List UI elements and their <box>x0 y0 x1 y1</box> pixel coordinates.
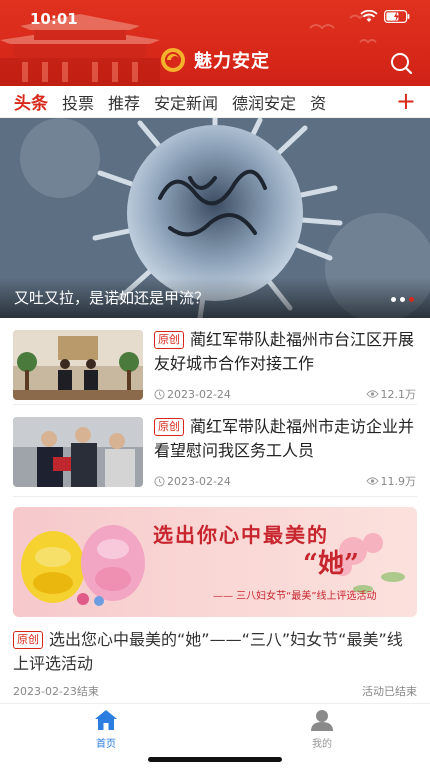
app-header: 10:01 魅力安定 <box>0 0 430 86</box>
eye-icon <box>365 477 379 485</box>
news-item[interactable]: 原创 蔺红军带队赴福州市走访企业并看望慰问我区务工人员 2023-02-24 11… <box>0 405 430 489</box>
news-meta: 2023-02-24 11.9万 <box>154 473 416 489</box>
banner-caption-text: 又吐又拉，是诺如还是甲流？ <box>14 289 210 307</box>
news-title-text: 蔺红军带队赴福州市走访企业并看望慰问我区务工人员 <box>154 417 415 460</box>
app-screen: 10:01 魅力安定 头条 投票 推荐 安定新闻 德润安定 资 + 又吐又拉，是… <box>0 0 430 769</box>
news-date: 2023-02-24 <box>167 387 231 401</box>
palace-decoration-icon <box>0 14 160 86</box>
divider <box>13 496 417 497</box>
news-views: 12.1万 <box>380 388 417 401</box>
news-thumbnail <box>13 417 143 487</box>
promo-end-date: 2023-02-23结束 <box>13 685 99 698</box>
promo-subline: —— 三八妇女节“最美”线上评选活动 <box>213 591 377 602</box>
brand: 魅力安定 <box>0 47 430 73</box>
promo-banner[interactable]: 选出你心中最美的 “她” —— 三八妇女节“最美”线上评选活动 <box>13 507 417 617</box>
news-title[interactable]: 原创 蔺红军带队赴福州市走访企业并看望慰问我区务工人员 <box>154 415 416 463</box>
news-title[interactable]: 原创 蔺红军带队赴福州市台江区开展友好城市合作对接工作 <box>154 328 416 376</box>
tab-vote[interactable]: 投票 <box>62 90 94 114</box>
promo-status: 活动已结束 <box>362 685 417 698</box>
tab-anding-news[interactable]: 安定新闻 <box>154 90 218 114</box>
app-logo-icon <box>161 48 185 72</box>
add-tab-button[interactable]: + <box>396 88 416 114</box>
original-tag: 原创 <box>154 418 184 436</box>
promo-title-text: 选出您心中最美的“她”——“三八”妇女节“最美”线上评选活动 <box>13 630 403 673</box>
nav-home[interactable]: 首页 <box>76 709 136 750</box>
nav-mine[interactable]: 我的 <box>292 709 352 750</box>
clock-icon <box>154 388 165 400</box>
app-title: 魅力安定 <box>194 51 270 72</box>
carousel-indicator <box>391 297 414 302</box>
banner-caption: 又吐又拉，是诺如还是甲流？ <box>0 278 430 318</box>
home-indicator <box>148 757 282 762</box>
home-icon <box>95 710 117 730</box>
news-thumbnail <box>13 330 143 400</box>
news-item[interactable]: 原创 蔺红军带队赴福州市台江区开展友好城市合作对接工作 2023-02-24 12… <box>0 318 430 402</box>
nav-home-label: 首页 <box>96 739 116 750</box>
search-icon[interactable] <box>388 50 414 76</box>
news-meta: 2023-02-24 12.1万 <box>154 386 416 402</box>
clock-icon <box>154 475 165 487</box>
promo-she: “她” <box>303 549 359 579</box>
carousel-dot <box>391 297 396 302</box>
wifi-icon <box>360 10 378 22</box>
promo-title[interactable]: 原创 选出您心中最美的“她”——“三八”妇女节“最美”线上评选活动 <box>13 628 417 676</box>
tab-more[interactable]: 资 <box>310 90 326 114</box>
promo-meta: 2023-02-23结束 活动已结束 <box>13 683 417 699</box>
news-date: 2023-02-24 <box>167 474 231 488</box>
news-title-text: 蔺红军带队赴福州市台江区开展友好城市合作对接工作 <box>154 330 415 373</box>
original-tag: 原创 <box>13 631 43 649</box>
category-tabs: 头条 投票 推荐 安定新闻 德润安定 资 + <box>0 86 430 121</box>
news-views: 11.9万 <box>380 475 417 488</box>
carousel-dot-active <box>409 297 414 302</box>
tab-recommend[interactable]: 推荐 <box>108 90 140 114</box>
headline-banner[interactable]: 又吐又拉，是诺如还是甲流？ <box>0 118 430 318</box>
battery-icon <box>384 10 410 23</box>
status-icons <box>360 10 410 23</box>
original-tag: 原创 <box>154 331 184 349</box>
status-time: 10:01 <box>30 10 78 28</box>
user-icon <box>311 710 333 731</box>
nav-mine-label: 我的 <box>312 739 332 750</box>
tab-derun-anding[interactable]: 德润安定 <box>232 90 296 114</box>
tab-headlines[interactable]: 头条 <box>14 89 48 121</box>
eye-icon <box>365 390 379 398</box>
carousel-dot <box>400 297 405 302</box>
